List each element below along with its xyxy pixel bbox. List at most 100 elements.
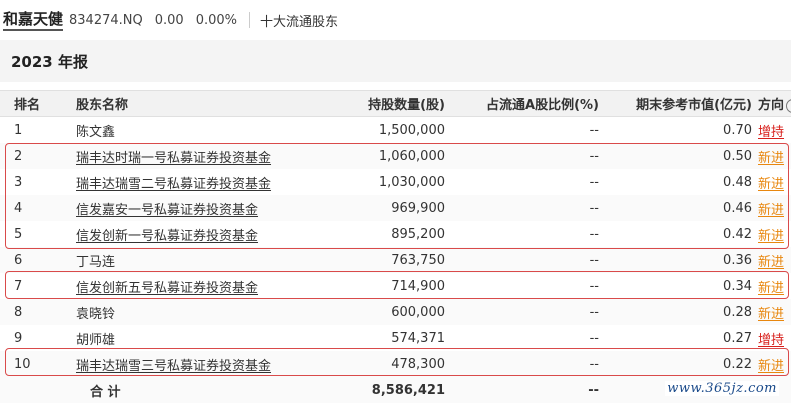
watermark: www.365jz.com (665, 381, 779, 396)
rank-cell: 6 (0, 247, 76, 273)
direction-link[interactable]: 新进 (758, 281, 784, 296)
shares-cell: 969,900 (302, 195, 445, 221)
direction-link[interactable]: 增持 (758, 125, 784, 140)
ratio-cell: -- (445, 169, 599, 195)
table-body: 1 陈文鑫 1,500,000 -- 0.70 增持 2 瑞丰达时瑞一号私募证券投资基金 1,0… (0, 117, 791, 403)
ratio-value: -- (589, 122, 599, 138)
shareholder-name[interactable]: 信发创新五号私募证券投资基金 (76, 281, 258, 296)
shareholder-name-cell[interactable]: 瑞丰达瑞雪二号私募证券投资基金 (76, 169, 302, 195)
shareholder-name: 袁晓铃 (76, 306, 116, 322)
shareholder-name[interactable]: 瑞丰达瑞雪三号私募证券投资基金 (76, 359, 271, 374)
total-ratio-cell: -- (445, 377, 599, 403)
direction-link[interactable]: 增持 (758, 333, 784, 348)
shareholder-name[interactable]: 信发嘉安一号私募证券投资基金 (76, 203, 258, 218)
direction-cell[interactable]: 新进 (752, 143, 791, 169)
market-value-value: 0.48 (723, 174, 752, 190)
ratio-value: -- (589, 356, 599, 372)
shares-value: 895,200 (391, 226, 445, 242)
direction-cell[interactable]: 新进 (752, 221, 791, 247)
stock-name[interactable]: 和嘉天健 (3, 9, 64, 31)
shareholder-name-cell[interactable]: 信发创新一号私募证券投资基金 (76, 221, 302, 247)
shareholder-name[interactable]: 信发创新一号私募证券投资基金 (76, 229, 258, 244)
shares-cell: 1,060,000 (302, 143, 445, 169)
direction-cell[interactable]: 新进 (752, 169, 791, 195)
shareholder-name[interactable]: 瑞丰达时瑞一号私募证券投资基金 (76, 151, 271, 166)
market-value-cell: 0.50 (599, 143, 752, 169)
shareholder-name-cell[interactable]: 瑞丰达时瑞一号私募证券投资基金 (76, 143, 302, 169)
report-period-bar: 2023 年报 (0, 40, 791, 82)
col-direction: 方向? (752, 90, 791, 117)
ratio-cell: -- (445, 299, 599, 325)
direction-link[interactable]: 新进 (758, 203, 784, 218)
shareholder-name-cell: 胡师雄 (76, 325, 302, 351)
market-value-cell: 0.28 (599, 299, 752, 325)
ratio-value: -- (589, 200, 599, 216)
rank-cell: 4 (0, 195, 76, 221)
direction-link[interactable]: 新进 (758, 177, 784, 192)
col-direction-label: 方向 (758, 98, 785, 113)
total-shares-cell: 8,586,421 (302, 377, 445, 403)
direction-link[interactable]: 新进 (758, 229, 784, 244)
market-value-cell: 0.22 (599, 351, 752, 377)
shareholder-name-cell[interactable]: 信发创新五号私募证券投资基金 (76, 273, 302, 299)
direction-link[interactable]: 新进 (758, 255, 784, 270)
ratio-cell: -- (445, 247, 599, 273)
direction-link[interactable]: 新进 (758, 151, 784, 166)
shareholder-name-cell[interactable]: 瑞丰达瑞雪三号私募证券投资基金 (76, 351, 302, 377)
direction-cell[interactable]: 新进 (752, 351, 791, 377)
stock-header: 和嘉天健 834274.NQ 0.00 0.00% 十大流通股东 (0, 0, 791, 40)
direction-cell[interactable]: 增持 (752, 325, 791, 351)
shares-cell: 714,900 (302, 273, 445, 299)
shareholder-name[interactable]: 瑞丰达瑞雪二号私募证券投资基金 (76, 177, 271, 192)
rank-value: 1 (14, 122, 23, 138)
ratio-cell: -- (445, 117, 599, 144)
rank-cell: 9 (0, 325, 76, 351)
table-row: 5 信发创新一号私募证券投资基金 895,200 -- 0.42 新进 (0, 221, 791, 247)
col-shares: 持股数量(股) (302, 90, 445, 117)
shareholder-name: 胡师雄 (76, 332, 116, 348)
rank-value: 4 (14, 200, 23, 216)
direction-cell[interactable]: 新进 (752, 247, 791, 273)
ratio-value: -- (589, 148, 599, 164)
shares-cell: 478,300 (302, 351, 445, 377)
shares-cell: 895,200 (302, 221, 445, 247)
ratio-cell: -- (445, 273, 599, 299)
market-value-cell: 0.46 (599, 195, 752, 221)
direction-cell[interactable]: 新进 (752, 273, 791, 299)
ratio-value: -- (589, 304, 599, 320)
ratio-value: -- (589, 174, 599, 190)
rank-cell: 7 (0, 273, 76, 299)
market-value-value: 0.22 (723, 356, 752, 372)
shares-cell: 1,030,000 (302, 169, 445, 195)
shareholder-name-cell[interactable]: 信发嘉安一号私募证券投资基金 (76, 195, 302, 221)
market-value-cell: 0.48 (599, 169, 752, 195)
market-value-cell: 0.36 (599, 247, 752, 273)
ratio-cell: -- (445, 195, 599, 221)
rank-cell: 3 (0, 169, 76, 195)
direction-cell[interactable]: 新进 (752, 195, 791, 221)
ratio-cell: -- (445, 143, 599, 169)
shareholder-name-cell: 陈文鑫 (76, 117, 302, 144)
direction-link[interactable]: 新进 (758, 307, 784, 322)
rank-cell: 2 (0, 143, 76, 169)
direction-cell[interactable]: 增持 (752, 117, 791, 144)
market-value-value: 0.46 (723, 200, 752, 216)
rank-value: 8 (14, 304, 23, 320)
help-icon[interactable]: ? (786, 98, 791, 113)
rank-cell: 8 (0, 299, 76, 325)
direction-cell[interactable]: 新进 (752, 299, 791, 325)
rank-cell: 10 (0, 351, 76, 377)
direction-link[interactable]: 新进 (758, 359, 784, 374)
section-title: 十大流通股东 (260, 14, 339, 30)
shares-cell: 1,500,000 (302, 117, 445, 144)
shares-value: 1,060,000 (378, 148, 445, 164)
shares-cell: 574,371 (302, 325, 445, 351)
market-value-cell: 0.70 (599, 117, 752, 144)
shares-value: 574,371 (391, 330, 445, 346)
shares-value: 1,500,000 (378, 122, 445, 138)
report-period-title: 2023 年报 (11, 52, 88, 71)
table-row: 4 信发嘉安一号私募证券投资基金 969,900 -- 0.46 新进 (0, 195, 791, 221)
table-row: 2 瑞丰达时瑞一号私募证券投资基金 1,060,000 -- 0.50 新进 (0, 143, 791, 169)
rank-value: 5 (14, 226, 23, 242)
shares-value: 714,900 (391, 278, 445, 294)
